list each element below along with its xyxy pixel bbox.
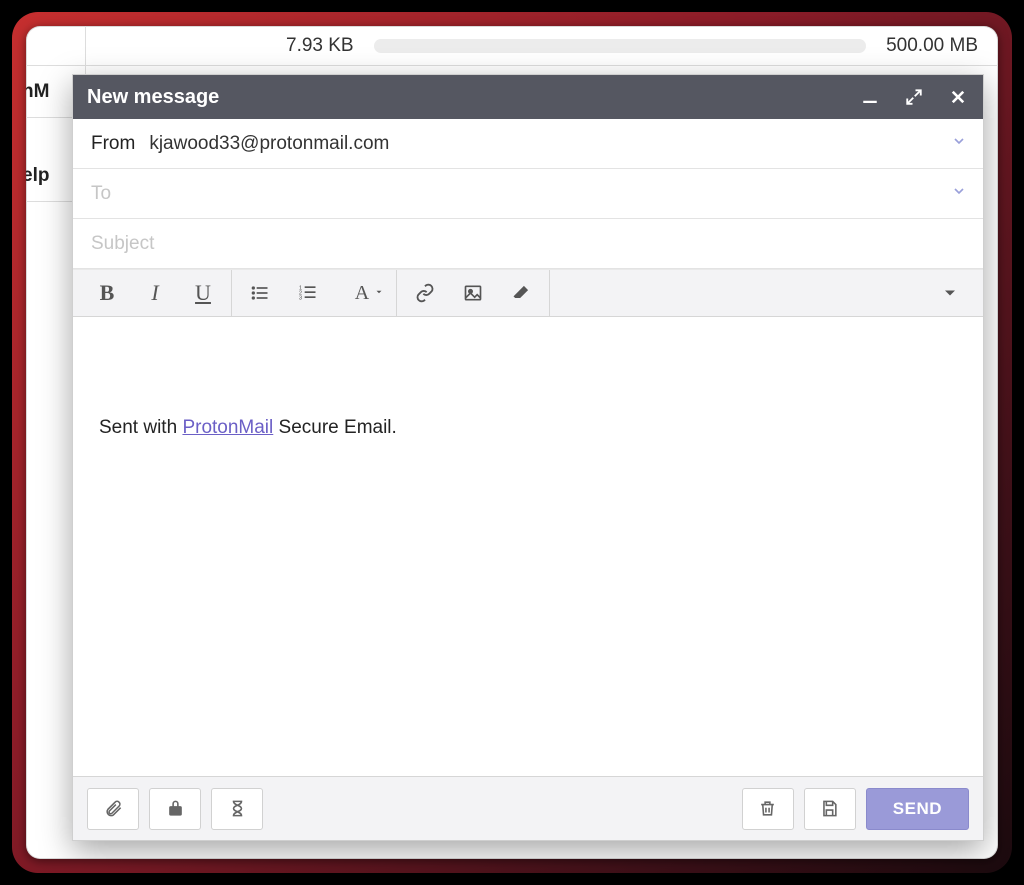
from-label: From: [91, 133, 135, 155]
bold-button[interactable]: B: [83, 270, 131, 316]
toolbar-group-more: [550, 270, 977, 316]
format-toolbar: B I U 123 A: [73, 269, 983, 317]
toolbar-group-insert: [397, 270, 550, 316]
close-icon[interactable]: [947, 86, 969, 108]
storage-total-text: 500.00 MB: [886, 35, 978, 57]
toolbar-group-text: B I U: [79, 270, 232, 316]
bg-side-text-2: elp: [26, 165, 49, 187]
send-button-label: SEND: [893, 799, 942, 819]
eraser-button[interactable]: [497, 270, 545, 316]
more-formatting-button[interactable]: [935, 270, 965, 316]
compose-title-bar[interactable]: New message: [73, 75, 983, 119]
compose-title: New message: [87, 86, 859, 109]
window-controls: [859, 86, 969, 108]
link-button[interactable]: [401, 270, 449, 316]
chevron-down-icon[interactable]: [951, 183, 967, 205]
send-button[interactable]: SEND: [866, 788, 969, 830]
toolbar-group-list: 123 A: [232, 270, 397, 316]
discard-button[interactable]: [742, 788, 794, 830]
svg-text:3: 3: [299, 296, 302, 302]
chevron-down-icon[interactable]: [951, 133, 967, 155]
bullet-list-button[interactable]: [236, 270, 284, 316]
minimize-icon[interactable]: [859, 86, 881, 108]
encryption-button[interactable]: [149, 788, 201, 830]
from-value: kjawood33@protonmail.com: [149, 133, 389, 155]
compose-body[interactable]: Sent with ProtonMail Secure Email.: [73, 317, 983, 776]
expand-icon[interactable]: [903, 86, 925, 108]
caret-down-icon: [374, 284, 384, 302]
signature-prefix: Sent with: [99, 417, 182, 438]
to-placeholder: To: [91, 183, 111, 205]
font-color-button[interactable]: A: [332, 270, 392, 316]
image-button[interactable]: [449, 270, 497, 316]
signature-suffix: Secure Email.: [273, 417, 397, 438]
bg-side-text-1: nM: [26, 81, 49, 103]
app-frame: nM elp 7.93 KB 500.00 MB New message: [12, 12, 1012, 873]
subject-row[interactable]: Subject: [73, 219, 983, 269]
to-row[interactable]: To: [73, 169, 983, 219]
compose-footer: SEND: [73, 776, 983, 840]
storage-progress-bar: [374, 39, 866, 53]
storage-used-text: 7.93 KB: [286, 35, 354, 57]
signature-link[interactable]: ProtonMail: [182, 417, 273, 438]
save-draft-button[interactable]: [804, 788, 856, 830]
from-row[interactable]: From kjawood33@protonmail.com: [73, 119, 983, 169]
subject-placeholder: Subject: [91, 233, 154, 255]
underline-button[interactable]: U: [179, 270, 227, 316]
italic-button[interactable]: I: [131, 270, 179, 316]
bg-storage-bar: 7.93 KB 500.00 MB: [26, 26, 998, 66]
compose-window: New message: [72, 74, 984, 841]
numbered-list-button[interactable]: 123: [284, 270, 332, 316]
attachment-button[interactable]: [87, 788, 139, 830]
browser-surface: nM elp 7.93 KB 500.00 MB New message: [26, 26, 998, 859]
expiration-button[interactable]: [211, 788, 263, 830]
